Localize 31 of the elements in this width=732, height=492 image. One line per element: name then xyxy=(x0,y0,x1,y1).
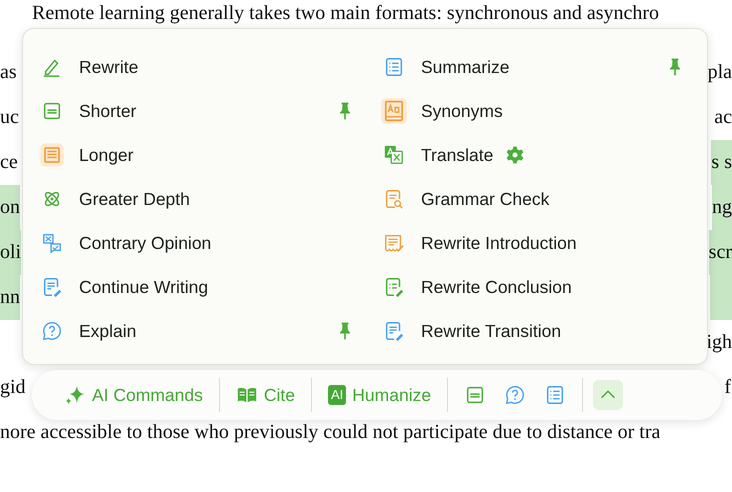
body-text: igh xyxy=(706,330,732,354)
menu-item[interactable]: Longer xyxy=(37,133,359,177)
body-text: oli xyxy=(0,230,22,274)
body-text: Remote learning generally takes two main formats: synchronous and asynchro xyxy=(32,1,660,25)
body-text: gid xyxy=(0,374,26,400)
menu-item[interactable]: Rewrite Conclusion xyxy=(379,265,689,309)
menu-item[interactable]: Translate xyxy=(379,133,689,177)
body-text: s s xyxy=(711,140,732,184)
body-text: uc xyxy=(0,104,19,130)
menu-item[interactable]: Rewrite Introduction xyxy=(379,221,689,265)
ai-badge: AI xyxy=(328,385,346,405)
body-text: pla xyxy=(708,60,732,84)
menu-item[interactable]: Greater Depth xyxy=(37,177,359,221)
menu-item[interactable]: Explain xyxy=(37,309,359,353)
menu-item[interactable]: Grammar Check xyxy=(379,177,689,221)
body-text: on xyxy=(0,184,20,230)
body-text: nn xyxy=(0,274,20,320)
menu-item[interactable]: Summarize xyxy=(379,45,689,89)
menu-item[interactable]: Synonyms xyxy=(379,89,689,133)
body-text: ac xyxy=(714,104,732,130)
menu-item[interactable]: Shorter xyxy=(37,89,359,133)
menu-item[interactable]: Contrary Opinion xyxy=(37,221,359,265)
body-text: f xyxy=(724,374,732,400)
body-text: scr xyxy=(708,230,732,274)
body-text: as xyxy=(0,60,17,84)
menu-item[interactable]: Rewrite Transition xyxy=(379,309,689,353)
body-text: nore accessible to those who previously could not participate due to distance or tra xyxy=(0,420,660,444)
menu-item[interactable]: Rewrite xyxy=(37,45,359,89)
body-text: ng xyxy=(712,184,732,230)
body-text: ce xyxy=(0,150,18,174)
menu-item[interactable]: Continue Writing xyxy=(37,265,359,309)
